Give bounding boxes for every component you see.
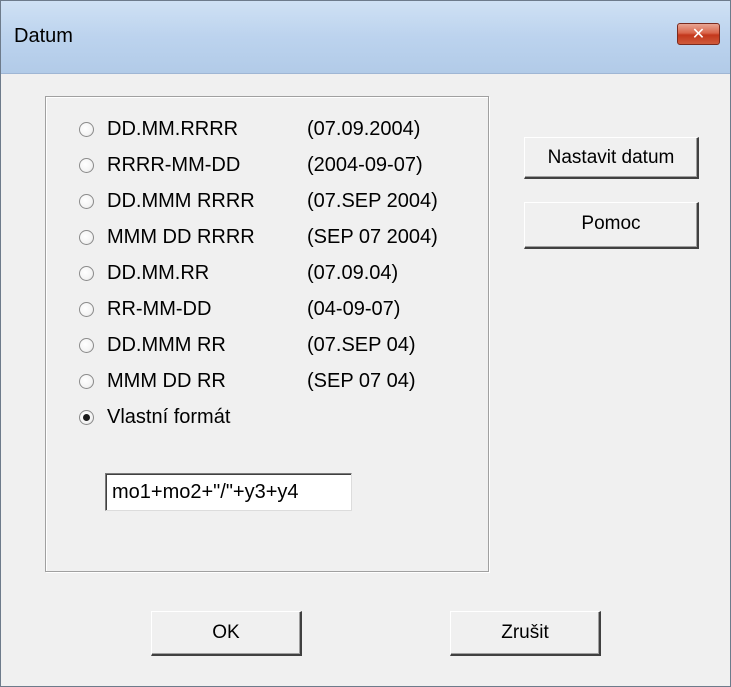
radio-label: DD.MM.RR: [107, 261, 210, 284]
ok-button[interactable]: OK: [151, 611, 302, 656]
radio-option-dd-mmm-rr[interactable]: DD.MMM RR (07.SEP 04): [79, 331, 416, 359]
title-bar[interactable]: Datum ✕: [1, 1, 730, 74]
radio-example: (07.09.04): [307, 261, 399, 284]
radio-option-mmm-dd-rr[interactable]: MMM DD RR (SEP 07 04): [79, 367, 416, 395]
radio-button-selected[interactable]: [79, 409, 94, 425]
radio-button[interactable]: [79, 229, 94, 245]
radio-option-rrrr-mm-dd[interactable]: RRRR-MM-DD (2004-09-07): [79, 151, 423, 179]
radio-example: (04-09-07): [307, 297, 401, 320]
radio-button[interactable]: [79, 265, 94, 281]
set-date-button[interactable]: Nastavit datum: [524, 137, 699, 179]
radio-label: DD.MMM RRRR: [107, 189, 255, 212]
window-title: Datum: [14, 25, 73, 47]
date-dialog-window: Datum ✕ DD.MM.RRRR (07.09.2004) RRRR-MM-…: [0, 0, 731, 687]
help-button[interactable]: Pomoc: [524, 202, 699, 249]
custom-format-input[interactable]: mo1+mo2+"/"+y3+y4: [105, 473, 352, 511]
cancel-button[interactable]: Zrušit: [450, 611, 601, 656]
radio-option-mmm-dd-rrrr[interactable]: MMM DD RRRR (SEP 07 2004): [79, 223, 438, 251]
radio-button[interactable]: [79, 193, 94, 209]
dialog-client-area: DD.MM.RRRR (07.09.2004) RRRR-MM-DD (2004…: [1, 74, 730, 686]
radio-example: (2004-09-07): [307, 153, 423, 176]
radio-option-dd-mm-rr[interactable]: DD.MM.RR (07.09.04): [79, 259, 398, 287]
radio-label: DD.MM.RRRR: [107, 117, 239, 140]
radio-option-dd-mm-rrrr[interactable]: DD.MM.RRRR (07.09.2004): [79, 115, 420, 143]
radio-label: MMM DD RR: [107, 369, 226, 392]
radio-example: (07.SEP 04): [307, 333, 416, 356]
radio-button[interactable]: [79, 121, 94, 137]
radio-option-dd-mmm-rrrr[interactable]: DD.MMM RRRR (07.SEP 2004): [79, 187, 438, 215]
radio-button[interactable]: [79, 301, 94, 317]
radio-option-custom-format[interactable]: Vlastní formát: [79, 403, 307, 431]
radio-label: RRRR-MM-DD: [107, 153, 241, 176]
radio-example: (07.SEP 2004): [307, 189, 438, 212]
radio-button[interactable]: [79, 337, 94, 353]
radio-example: (SEP 07 2004): [307, 225, 438, 248]
radio-button[interactable]: [79, 157, 94, 173]
radio-label: Vlastní formát: [107, 405, 231, 428]
radio-example: (07.09.2004): [307, 117, 421, 140]
radio-label: RR-MM-DD: [107, 297, 212, 320]
radio-example: (SEP 07 04): [307, 369, 416, 392]
radio-label: MMM DD RRRR: [107, 225, 255, 248]
radio-option-rr-mm-dd[interactable]: RR-MM-DD (04-09-07): [79, 295, 400, 323]
close-button[interactable]: ✕: [677, 23, 720, 45]
radio-button[interactable]: [79, 373, 94, 389]
close-icon: ✕: [691, 26, 706, 43]
radio-label: DD.MMM RR: [107, 333, 226, 356]
